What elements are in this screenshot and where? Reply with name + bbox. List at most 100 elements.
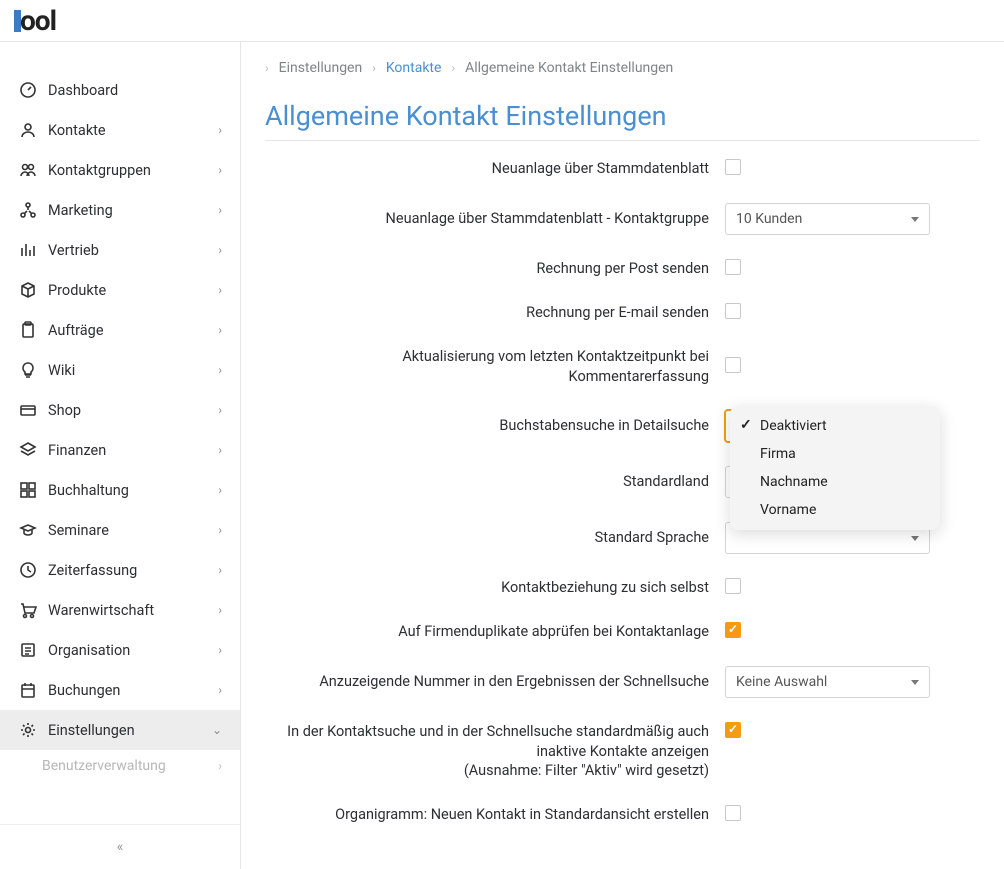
field-label: Auf Firmenduplikate abprüfen bei Kontakt… [265, 622, 725, 642]
sidebar-item-label: Buchungen [48, 682, 218, 699]
chevron-right-icon: › [218, 203, 222, 217]
sidebar-item-vertrieb[interactable]: Vertrieb› [0, 230, 240, 270]
settings-form: Neuanlage über Stammdatenblatt Neuanlage… [241, 155, 1004, 869]
chevron-right-icon: › [218, 163, 222, 177]
sidebar-collapse[interactable]: « [0, 824, 240, 869]
checkbox-neuanlage-stammdaten[interactable] [725, 159, 741, 175]
chevron-right-icon: › [218, 759, 222, 773]
sidebar-item-label: Zeiterfassung [48, 562, 218, 579]
checkbox-organigramm[interactable] [725, 805, 741, 821]
checkbox-rechnung-email[interactable] [725, 303, 741, 319]
cap-icon [18, 520, 38, 540]
chevron-right-icon: › [372, 61, 376, 75]
chevron-right-icon: › [218, 603, 222, 617]
main-content: › Einstellungen › Kontakte › Allgemeine … [241, 42, 1004, 869]
field-label: Standard Sprache [265, 528, 725, 548]
sidebar-item-label: Wiki [48, 362, 218, 379]
checkbox-kontaktzeitpunkt[interactable] [725, 357, 741, 373]
breadcrumb: › Einstellungen › Kontakte › Allgemeine … [241, 42, 1004, 86]
chevron-right-icon: › [218, 683, 222, 697]
sidebar-item-label: Einstellungen [48, 722, 212, 739]
chevron-right-icon: › [218, 523, 222, 537]
chevron-right-icon: › [451, 61, 455, 75]
field-label: Rechnung per Post senden [265, 259, 725, 279]
field-label: Anzuzeigende Nummer in den Ergebnissen d… [265, 672, 725, 692]
sidebar-item-produkte[interactable]: Produkte› [0, 270, 240, 310]
sidebar-item-label: Kontaktgruppen [48, 162, 218, 179]
dropdown-option[interactable]: Deaktiviert [730, 412, 940, 440]
sidebar-item-kontaktgruppen[interactable]: Kontaktgruppen› [0, 150, 240, 190]
sidebar-item-zeiterfassung[interactable]: Zeiterfassung› [0, 550, 240, 590]
sidebar-item-label: Aufträge [48, 322, 218, 339]
bulb-icon [18, 360, 38, 380]
field-label: Neuanlage über Stammdatenblatt [265, 159, 725, 179]
chevron-right-icon: › [218, 323, 222, 337]
sidebar-item-label: Produkte [48, 282, 218, 299]
sidebar-item-label: Buchhaltung [48, 482, 218, 499]
checkbox-inaktive-kontakte[interactable] [725, 722, 741, 738]
sidebar-item-finanzen[interactable]: Finanzen› [0, 430, 240, 470]
field-label: Standardland [265, 472, 725, 492]
sidebar-item-warenwirtschaft[interactable]: Warenwirtschaft› [0, 590, 240, 630]
layers-icon [18, 440, 38, 460]
bars-icon [18, 240, 38, 260]
field-label: Kontaktbeziehung zu sich selbst [265, 578, 725, 598]
sidebar-item-seminare[interactable]: Seminare› [0, 510, 240, 550]
checkbox-firmenduplikate[interactable] [725, 622, 741, 638]
cube-icon [18, 280, 38, 300]
checkbox-rechnung-post[interactable] [725, 259, 741, 275]
clipboard-icon [18, 320, 38, 340]
card-icon [18, 400, 38, 420]
field-label: Rechnung per E-mail senden [265, 303, 725, 323]
field-label: Aktualisierung vom letzten Kontaktzeitpu… [265, 347, 725, 386]
sidebar-item-label: Kontakte [48, 122, 218, 139]
sidebar-item-kontakte[interactable]: Kontakte› [0, 110, 240, 150]
chevron-right-icon: › [218, 443, 222, 457]
sidebar-item-label: Seminare [48, 522, 218, 539]
chevron-right-icon: › [218, 123, 222, 137]
chevron-right-icon: › [218, 363, 222, 377]
calendar-icon [18, 680, 38, 700]
select-kontaktgruppe[interactable]: 10 Kunden [725, 203, 930, 235]
select-nummer-schnellsuche[interactable]: Keine Auswahl [725, 666, 930, 698]
app-header: ool [0, 0, 1004, 42]
dropdown-option[interactable]: Vorname [730, 496, 940, 524]
sidebar-item-label: Vertrieb [48, 242, 218, 259]
sidebar: DashboardKontakte›Kontaktgruppen›Marketi… [0, 42, 241, 869]
chevron-double-left-icon: « [117, 839, 124, 855]
sidebar-item-label: Warenwirtschaft [48, 602, 218, 619]
sidebar-item-dashboard[interactable]: Dashboard [0, 70, 240, 110]
dropdown-option[interactable]: Nachname [730, 468, 940, 496]
field-label: Organigramm: Neuen Kontakt in Standardan… [265, 805, 725, 825]
sidebar-subitem-benutzerverwaltung[interactable]: Benutzerverwaltung › [0, 750, 240, 782]
list-icon [18, 640, 38, 660]
grid-icon [18, 480, 38, 500]
sidebar-item-aufträge[interactable]: Aufträge› [0, 310, 240, 350]
sidebar-item-einstellungen[interactable]: Einstellungen⌄ [0, 710, 240, 750]
breadcrumb-item[interactable]: Kontakte [386, 60, 442, 76]
sidebar-item-label: Dashboard [48, 82, 222, 99]
chevron-right-icon: › [218, 563, 222, 577]
cart-icon [18, 600, 38, 620]
chevron-right-icon: › [218, 483, 222, 497]
sidebar-item-shop[interactable]: Shop› [0, 390, 240, 430]
chevron-right-icon: › [218, 643, 222, 657]
page-title: Allgemeine Kontakt Einstellungen [241, 86, 1004, 140]
breadcrumb-item[interactable]: Einstellungen [279, 60, 363, 76]
sidebar-item-wiki[interactable]: Wiki› [0, 350, 240, 390]
dropdown-option[interactable]: Firma [730, 440, 940, 468]
chevron-right-icon: › [218, 403, 222, 417]
field-label: Buchstabensuche in Detailsuche [265, 416, 725, 436]
sidebar-subitem-label: Benutzerverwaltung [42, 758, 166, 774]
chevron-right-icon: › [265, 61, 269, 75]
field-label: In der Kontaktsuche und in der Schnellsu… [265, 722, 725, 781]
checkbox-kontaktbeziehung[interactable] [725, 578, 741, 594]
dropdown-buchstabensuche: Deaktiviert Firma Nachname Vorname [730, 406, 940, 530]
sidebar-item-marketing[interactable]: Marketing› [0, 190, 240, 230]
sidebar-item-buchhaltung[interactable]: Buchhaltung› [0, 470, 240, 510]
sidebar-item-organisation[interactable]: Organisation› [0, 630, 240, 670]
chevron-right-icon: › [218, 243, 222, 257]
sidebar-item-buchungen[interactable]: Buchungen› [0, 670, 240, 710]
gauge-icon [18, 80, 38, 100]
network-icon [18, 200, 38, 220]
